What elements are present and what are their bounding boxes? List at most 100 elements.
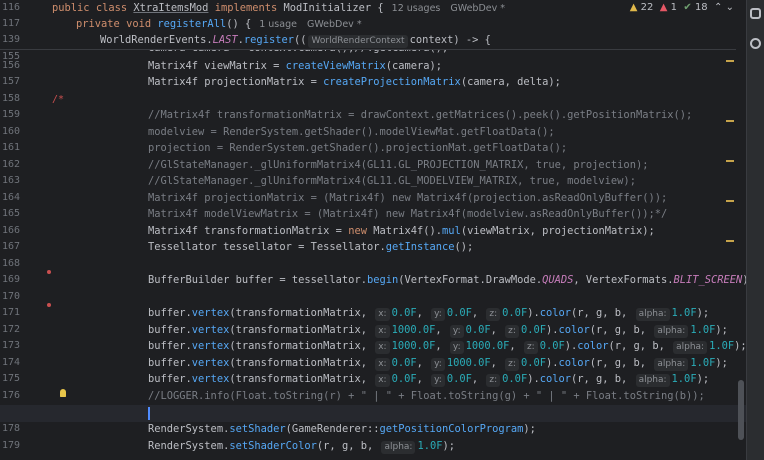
line-number: 161	[1, 142, 20, 153]
number-literal: 0.0F	[465, 324, 491, 336]
code-text: buffer.	[148, 373, 192, 385]
sticky-line-117[interactable]: private void registerAll() {1 usage GWebD…	[76, 16, 372, 33]
number-literal: 0.0F	[539, 340, 565, 352]
author-badge[interactable]: GWebDev *	[450, 3, 505, 14]
param-hint: z:	[523, 341, 538, 354]
method-call: vertex	[191, 373, 230, 385]
code-area[interactable]: Camera camera = context.camera();//.getC…	[0, 0, 764, 460]
line-number: 172	[1, 324, 20, 335]
code-text: (r, g, b,	[571, 307, 634, 319]
right-tool-strip[interactable]	[746, 0, 764, 460]
line-number: 116	[1, 2, 20, 13]
param-hint: z:	[486, 374, 501, 387]
code-text: Matrix4f().	[366, 225, 443, 237]
breakpoint-marker[interactable]	[47, 270, 51, 274]
param-hint: z:	[505, 325, 519, 338]
sticky-scroll-header[interactable]: 116 public class XtraItemsMod implements…	[0, 0, 736, 50]
code-line-156: Matrix4f viewMatrix = createViewMatrix(c…	[148, 58, 442, 75]
code-line-160: modelview = RenderSystem.getShader().mod…	[148, 126, 555, 138]
code-line-177-current[interactable]	[0, 405, 764, 422]
warning-marker[interactable]	[726, 120, 734, 122]
line-gutter[interactable]: 155 156 157 158 159 160 161 162 163 164 …	[0, 0, 40, 460]
line-number: 176	[1, 390, 20, 401]
error-stripe[interactable]	[724, 0, 736, 460]
warning-marker[interactable]	[726, 200, 734, 202]
lambda-arrow: ) -> {	[453, 34, 491, 46]
keyword: void	[126, 18, 152, 30]
usages-link[interactable]: 12 usages	[392, 3, 441, 14]
inspection-widget[interactable]: ▲ 22 ▲ 1 ✔ 18 ⌃ ⌄	[630, 2, 734, 13]
code-text: (transformationMatrix,	[229, 357, 374, 369]
keyword: implements	[214, 2, 278, 14]
param-hint: y:	[431, 308, 445, 321]
notifications-icon[interactable]	[750, 8, 761, 19]
warning-marker[interactable]	[726, 60, 734, 62]
sticky-line-116[interactable]: public class XtraItemsMod implements Mod…	[52, 0, 515, 17]
error-icon: ▲	[659, 2, 668, 13]
code-line-173: buffer.vertex(transformationMatrix, x: 10…	[148, 340, 747, 354]
number-literal: 0.0F	[520, 357, 546, 369]
param-name: context	[409, 34, 454, 46]
code-text: ();	[454, 241, 474, 253]
param-hint: alpha:	[654, 358, 689, 371]
chevron-down-icon[interactable]: ⌄	[726, 2, 734, 13]
number-literal: 1000.0F	[391, 340, 436, 352]
keyword: class	[95, 2, 128, 14]
line-number: 179	[1, 440, 20, 451]
code-line-162: //GlStateManager._glUniformMatrix4(GL11.…	[148, 159, 649, 171]
method-call: vertex	[191, 307, 230, 319]
code-line-176: //LOGGER.info(Float.toString(r) + " | " …	[148, 390, 705, 402]
ok-icon: ✔	[683, 2, 692, 13]
number-literal: 1.0F	[690, 324, 716, 336]
method-call: createViewMatrix	[285, 60, 386, 72]
code-text: (transformationMatrix,	[229, 340, 374, 352]
code-text: Matrix4f viewMatrix =	[148, 60, 286, 72]
paren: () {	[226, 18, 252, 30]
param-hint: x:	[375, 325, 390, 338]
param-hint: y:	[431, 374, 445, 387]
code-text: buffer.	[148, 324, 192, 336]
code-text: (r, g, b,	[571, 373, 634, 385]
code-text: );	[442, 440, 456, 452]
author-badge[interactable]: GWebDev *	[307, 19, 362, 30]
code-text: RenderSystem.	[148, 423, 230, 435]
code-text: RenderSystem.	[148, 440, 230, 452]
number-literal: 0.0F	[502, 307, 528, 319]
vertical-scrollbar[interactable]	[736, 0, 746, 460]
paren: ((	[293, 34, 307, 46]
number-literal: 1000.0F	[391, 324, 436, 336]
param-hint: x:	[375, 341, 390, 354]
method-call: color	[558, 357, 590, 369]
warning-marker[interactable]	[726, 240, 734, 242]
usages-link[interactable]: 1 usage	[259, 19, 297, 30]
warning-marker[interactable]	[726, 160, 734, 162]
chevron-up-icon[interactable]: ⌃	[714, 2, 722, 13]
code-text: Matrix4f projectionMatrix =	[148, 76, 324, 88]
copilot-icon[interactable]	[750, 38, 761, 49]
text-caret	[148, 406, 150, 420]
number-literal: 1000.0F	[465, 340, 510, 352]
code-text: (transformationMatrix,	[229, 373, 374, 385]
param-hint: y:	[449, 325, 464, 338]
param-hint: z:	[486, 308, 501, 321]
code-text: (GameRenderer::	[285, 423, 380, 435]
param-hint: z:	[505, 358, 519, 371]
code-editor[interactable]: 116 public class XtraItemsMod implements…	[0, 0, 764, 460]
scrollbar-thumb[interactable]	[738, 380, 744, 440]
method-call: color	[539, 307, 571, 319]
code-text: (transformationMatrix,	[229, 324, 374, 336]
number-literal: 1.0F	[671, 373, 697, 385]
code-line-159: //Matrix4f transformationMatrix = drawCo…	[148, 109, 693, 121]
sticky-line-139[interactable]: WorldRenderEvents.LAST.register((WorldRe…	[100, 32, 491, 49]
breakpoint-marker[interactable]	[47, 303, 51, 307]
code-line-174: buffer.vertex(transformationMatrix, x: 0.…	[148, 357, 728, 371]
code-line-166: Matrix4f transformationMatrix = new Matr…	[148, 223, 655, 240]
method-call: mul	[442, 225, 461, 237]
number-literal: 1.0F	[671, 307, 697, 319]
code-line-157: Matrix4f projectionMatrix = createProjec…	[148, 74, 561, 91]
number-literal: 0.0F	[391, 307, 417, 319]
method-call: begin	[366, 274, 399, 286]
line-number: 175	[1, 373, 20, 384]
line-number: 178	[1, 423, 20, 434]
method-call: setShaderColor	[229, 440, 317, 452]
